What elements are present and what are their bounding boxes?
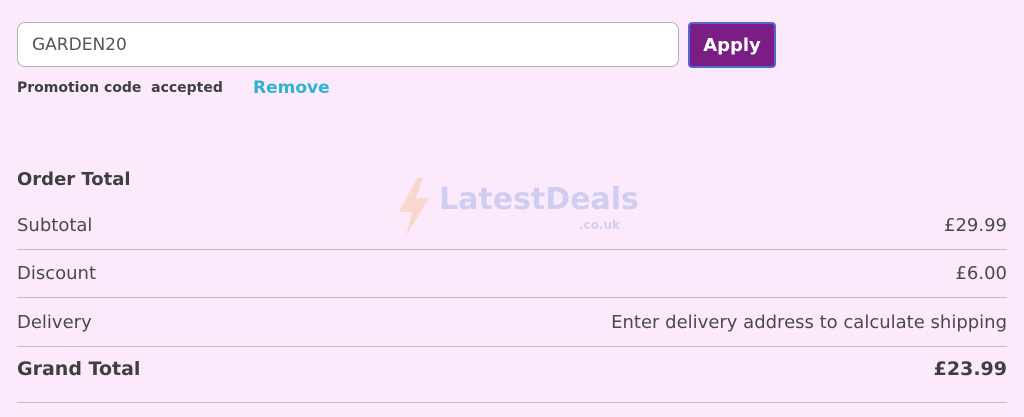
divider xyxy=(17,402,1007,403)
discount-row: Discount £6.00 xyxy=(17,249,1007,297)
delivery-value: Enter delivery address to calculate ship… xyxy=(611,311,1007,333)
apply-button[interactable]: Apply xyxy=(688,22,776,68)
delivery-label: Delivery xyxy=(17,311,92,333)
subtotal-value: £29.99 xyxy=(944,214,1007,236)
discount-label: Discount xyxy=(17,262,97,284)
grand-total-row: Grand Total £23.99 xyxy=(17,345,1007,393)
promo-code-input[interactable] xyxy=(17,22,679,67)
discount-value: £6.00 xyxy=(955,262,1007,284)
grand-total-value: £23.99 xyxy=(933,358,1007,380)
promo-status-text: Promotion code accepted xyxy=(17,80,223,96)
subtotal-label: Subtotal xyxy=(17,214,93,236)
delivery-row: Delivery Enter delivery address to calcu… xyxy=(17,298,1007,346)
order-total-heading: Order Total xyxy=(17,169,131,190)
subtotal-row: Subtotal £29.99 xyxy=(17,201,1007,249)
remove-promo-link[interactable]: Remove xyxy=(253,78,330,98)
grand-total-label: Grand Total xyxy=(17,358,141,380)
